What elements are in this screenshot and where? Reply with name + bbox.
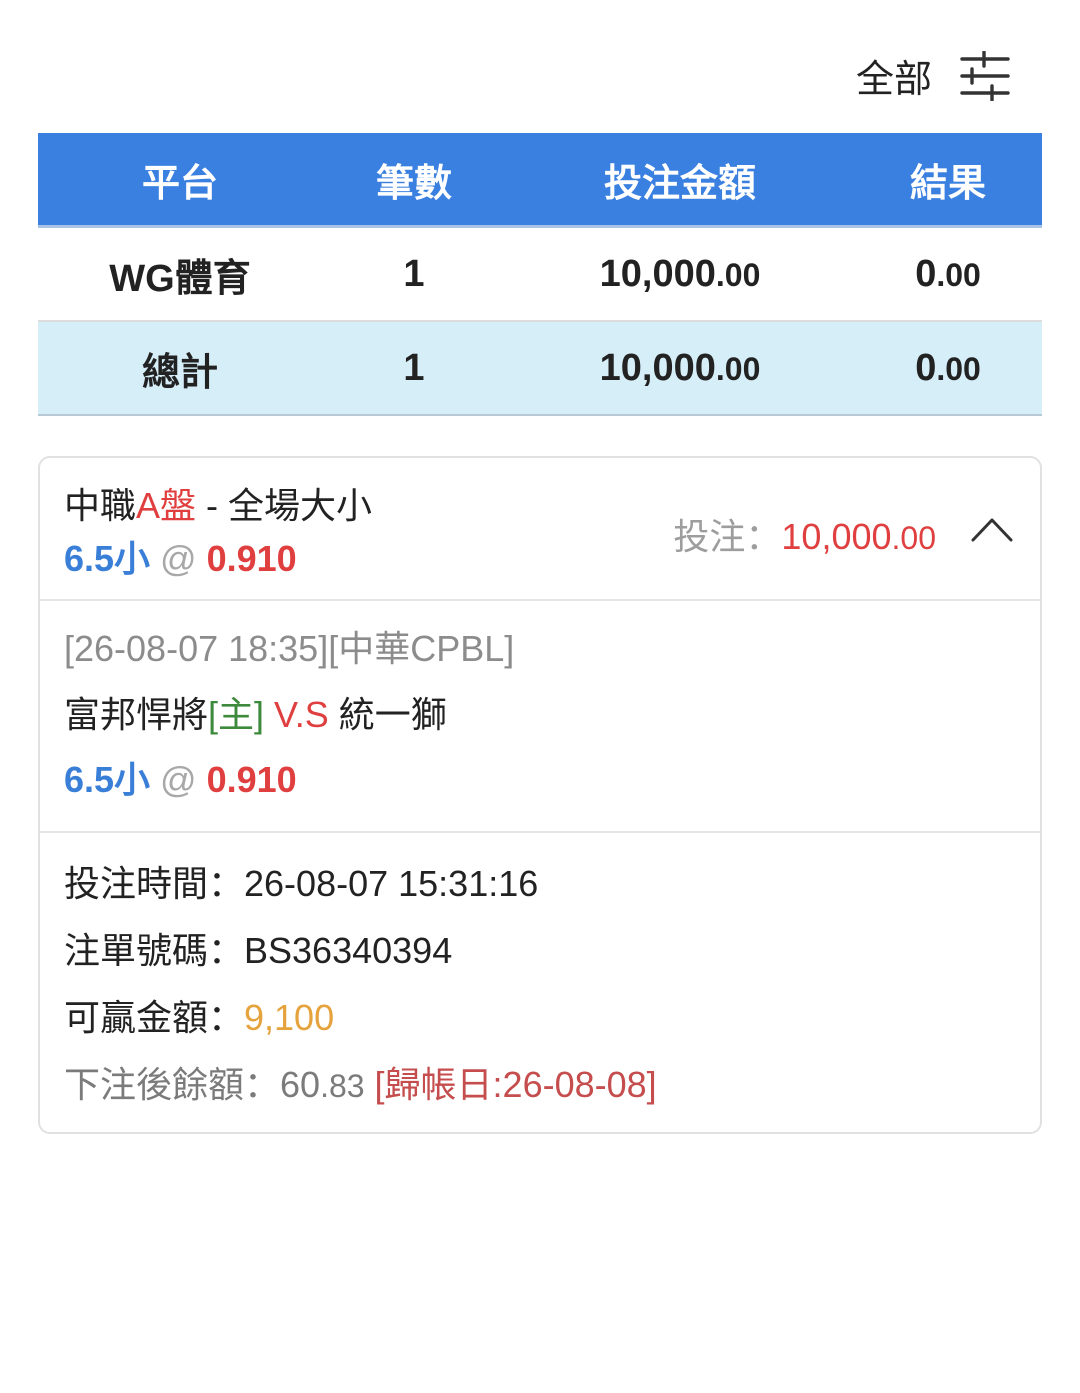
bet-time-line: 投注時間：26-08-07 15:31:16: [64, 859, 1016, 909]
total-result: 0.00: [854, 347, 1042, 390]
home-team: 富邦悍將: [64, 694, 209, 735]
header-count: 筆數: [375, 162, 452, 205]
balance-label: 下注後餘額：: [64, 1064, 281, 1105]
row-result-int: 0: [915, 252, 937, 295]
total-amount: 10,000.00: [506, 347, 854, 390]
away-team: 統一獅: [338, 694, 447, 735]
table-row[interactable]: WG體育 1 10,000.00 0.00: [38, 228, 1042, 322]
row-result-dec: .00: [936, 256, 981, 293]
bet-card-header[interactable]: 中職A盤 - 全場大小 6.5小 @ 0.910 投注：10,000.00: [40, 458, 1040, 601]
match-at-symbol: @: [150, 759, 207, 800]
ticket-line: 注單號碼：BS36340394: [64, 926, 1016, 976]
filter-sliders-icon[interactable]: [960, 50, 1010, 101]
league-name: 中職: [64, 485, 137, 526]
summary-header-row: 平台 筆數 投注金額 結果: [38, 133, 1042, 228]
pick-selection: 6.5小: [64, 538, 151, 579]
filter-bar[interactable]: 全部: [856, 48, 1010, 103]
at-symbol: @: [150, 538, 207, 579]
row-count: 1: [403, 252, 425, 295]
settle-date: [歸帳日:26-08-08]: [364, 1064, 657, 1105]
row-result: 0.00: [854, 253, 1042, 296]
stake-int: 10,000: [781, 516, 892, 557]
balance-int: 60: [280, 1064, 321, 1105]
vs-label: V.S: [264, 694, 339, 735]
total-count: 1: [403, 346, 425, 389]
pick-odds: 0.910: [206, 538, 297, 579]
summary-table: 平台 筆數 投注金額 結果 WG體育 1 10,000.00 0.00 總計 1…: [38, 133, 1042, 416]
match-pick-selection: 6.5小: [64, 759, 151, 800]
total-amount-dec: .00: [715, 350, 761, 387]
match-pick-odds: 0.910: [206, 759, 297, 800]
balance-dec: .83: [320, 1068, 365, 1104]
stake-amount: 投注：10,000.00: [673, 508, 936, 560]
ticket-label: 注單號碼：: [64, 930, 245, 971]
bet-details: 投注時間：26-08-07 15:31:16 注單號碼：BS36340394 可…: [40, 833, 1040, 1111]
market-name: - 全場大小: [196, 485, 373, 526]
header-platform: 平台: [141, 162, 218, 205]
row-amount-int: 10,000: [599, 252, 716, 295]
win-amount: 9,100: [244, 997, 335, 1038]
bet-card: 中職A盤 - 全場大小 6.5小 @ 0.910 投注：10,000.00 [2…: [38, 456, 1042, 1134]
match-pick-line: 6.5小 @ 0.910: [64, 757, 1016, 803]
total-label: 總計: [141, 351, 218, 394]
bet-time: 26-08-07 15:31:16: [244, 863, 539, 904]
filter-label[interactable]: 全部: [856, 48, 932, 103]
total-row: 總計 1 10,000.00 0.00: [38, 322, 1042, 416]
row-amount: 10,000.00: [506, 253, 854, 296]
win-label: 可贏金額：: [64, 997, 245, 1038]
total-amount-int: 10,000: [599, 346, 716, 389]
stake-label: 投注：: [673, 516, 782, 557]
balance-line: 下注後餘額：60.83 [歸帳日:26-08-08]: [64, 1060, 1016, 1111]
ticket-number: BS36340394: [244, 930, 453, 971]
match-teams: 富邦悍將[主] V.S 統一獅: [64, 691, 1016, 739]
match-info: [26-08-07 18:35][中華CPBL] 富邦悍將[主] V.S 統一獅…: [40, 601, 1040, 833]
home-tag: [主]: [208, 694, 265, 735]
market-tag: A盤: [136, 485, 197, 526]
row-amount-dec: .00: [715, 256, 761, 293]
win-line: 可贏金額：9,100: [64, 993, 1016, 1043]
stake-dec: .00: [891, 520, 936, 556]
chevron-up-icon[interactable]: [970, 514, 1014, 544]
header-amount: 投注金額: [603, 162, 756, 205]
header-result: 結果: [909, 162, 986, 205]
bet-time-label: 投注時間：: [64, 863, 245, 904]
row-platform: WG體育: [109, 257, 251, 300]
total-result-dec: .00: [936, 350, 981, 387]
match-meta: [26-08-07 18:35][中華CPBL]: [64, 628, 515, 669]
total-result-int: 0: [915, 346, 937, 389]
